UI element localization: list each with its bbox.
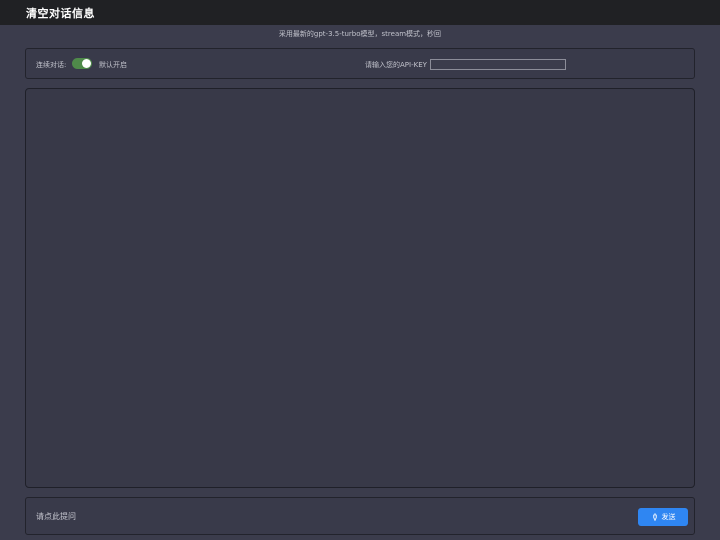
api-key-input[interactable] [430,59,566,70]
clear-conversation-title[interactable]: 清空对话信息 [26,5,95,21]
send-button[interactable]: 发送 [638,508,688,526]
toggle-knob [82,59,91,68]
send-button-label: 发送 [661,513,676,521]
settings-panel: 连续对话: 默认开启 请输入您的API-KEY [25,48,695,79]
rocket-icon [651,513,659,521]
top-bar: 清空对话信息 [0,0,720,25]
api-key-label: 请输入您的API-KEY [365,61,427,69]
default-on-label: 默认开启 [99,61,127,69]
composer-bar: 发送 [25,497,695,535]
model-subtitle: 采用最新的gpt-3.5-turbo模型，stream模式，秒回 [278,30,442,38]
continuous-chat-label: 连续对话: [36,61,67,69]
question-input[interactable] [36,508,626,525]
chat-messages-area[interactable] [25,88,695,488]
continuous-chat-toggle[interactable] [72,58,92,69]
